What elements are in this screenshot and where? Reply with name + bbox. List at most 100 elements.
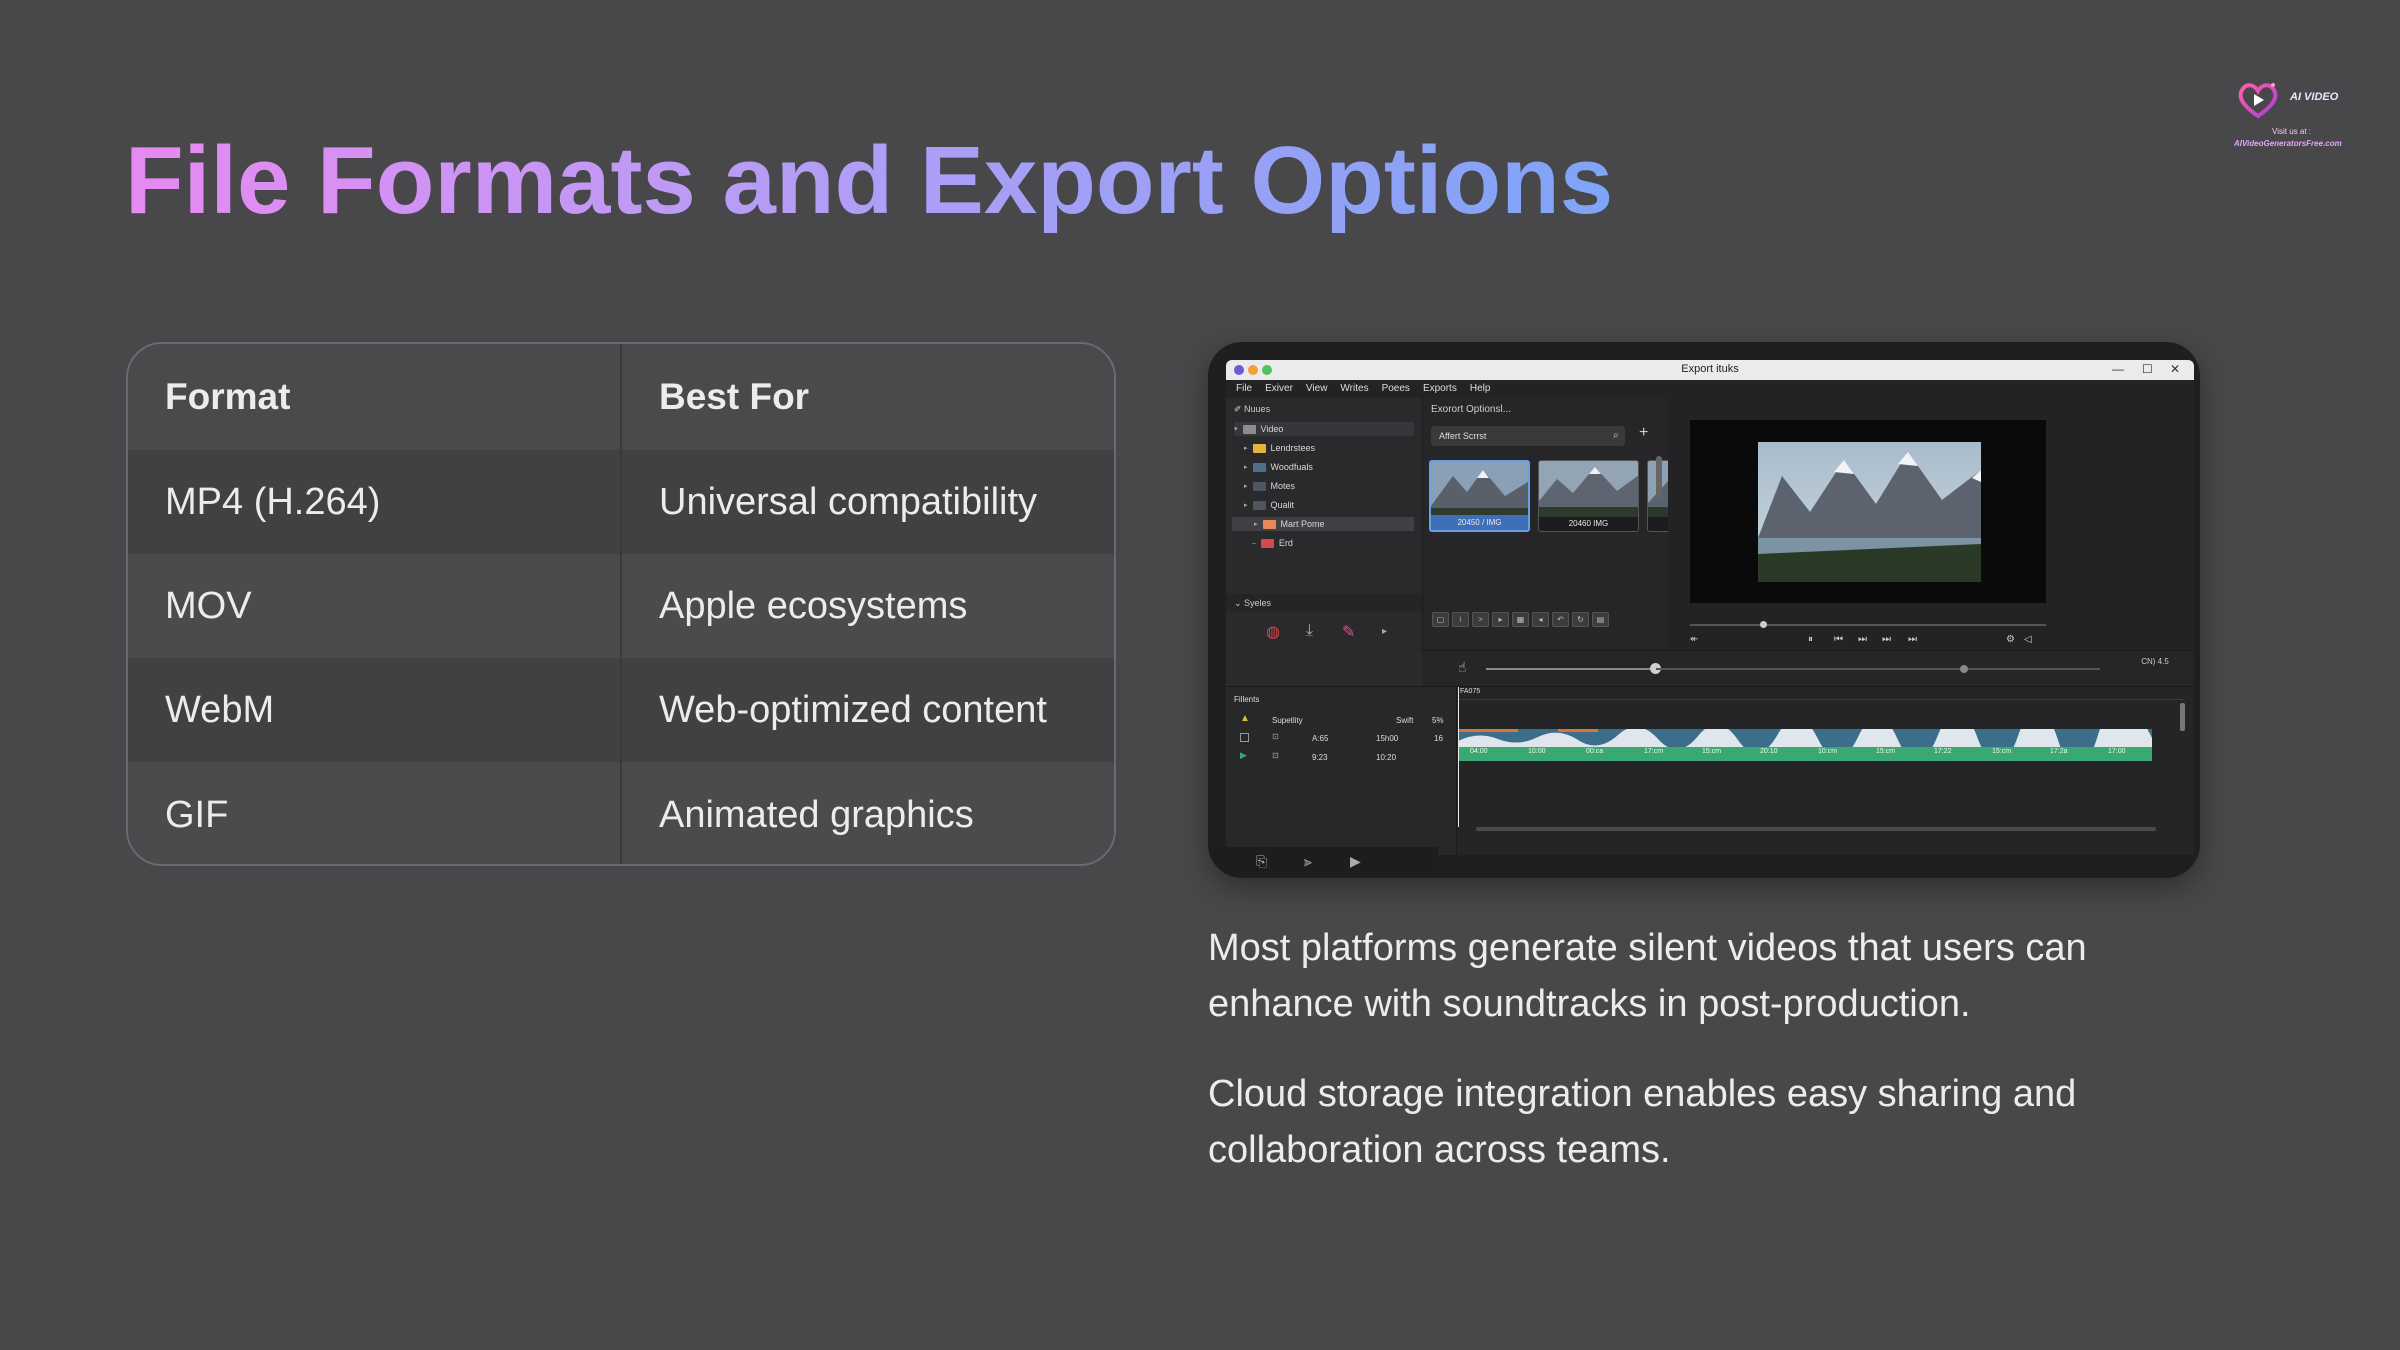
render-icon[interactable]: ⫸ (1304, 853, 1312, 870)
track-column-swift: Swift (1396, 716, 1414, 725)
maximize-icon[interactable]: ☐ (2142, 362, 2153, 376)
arrow-icon[interactable]: > (1472, 612, 1489, 627)
lock-icon[interactable]: ⊡ (1272, 732, 1279, 741)
table-row: MOV Apple ecosystems (128, 554, 1114, 658)
table-row: MP4 (H.264) Universal compatibility (128, 450, 1114, 554)
skip-forward-icon[interactable]: ⏭ (1908, 634, 1917, 645)
folder-icon (1260, 538, 1274, 548)
close-icon[interactable]: ✕ (2170, 362, 2180, 376)
play-track-icon[interactable]: ▶ (1240, 750, 1247, 761)
track-checkbox[interactable] (1240, 733, 1249, 742)
brush-icon[interactable]: ✎ (1342, 622, 1355, 642)
audio-track[interactable]: 04:00 10:00 00:ca 17:cm 15:cm 20:10 10:c… (1458, 747, 2152, 761)
preview-scrubber[interactable] (1690, 624, 2046, 626)
tree-item-erd[interactable]: – Erd (1252, 536, 1293, 550)
play-small-icon[interactable]: ▸ (1382, 626, 1387, 637)
settings-icon[interactable]: ⚙ (2006, 634, 2015, 645)
tree-item-lendrstees[interactable]: ▸ Lendrstees (1244, 441, 1315, 455)
export-search-input[interactable]: Affert Scrrst (1431, 426, 1625, 446)
hand-icon[interactable]: ☝ (1458, 659, 1467, 676)
pause-icon[interactable]: ⏸ (1808, 634, 1813, 645)
tree-item-mart-pome[interactable]: ▸ Mart Pome (1232, 517, 1414, 531)
window-titlebar: Export ituks — ☐ ✕ (1226, 360, 2194, 380)
timeline-vertical-scrollbar[interactable] (2180, 703, 2185, 731)
crop-icon[interactable]: ▢ (1432, 612, 1449, 627)
tree-item-qualit[interactable]: ▸ Qualit (1244, 498, 1294, 512)
split-icon[interactable]: ⟊ (1452, 612, 1469, 627)
folder-icon (1262, 519, 1276, 529)
page-title: File Formats and Export Options (125, 127, 1614, 234)
video-preview-panel: ↞ ⏸ ⏮ ⏭ ⏭ ⏭ ⚙ ◁ (1668, 398, 2194, 650)
audio-time-label: 17:22 (1934, 748, 1952, 755)
audio-time-label: 15:cm (1876, 748, 1896, 755)
folder-icon (1252, 462, 1266, 472)
tree-item-video[interactable]: ▾ Video (1234, 422, 1414, 436)
thumbnail-item[interactable]: 20460 IMG (1538, 460, 1639, 532)
forward-icon[interactable]: ▸ (1492, 612, 1509, 627)
folder-icon (1252, 500, 1266, 510)
track-time: 9:23 (1312, 753, 1328, 762)
mountain-lake-preview-image (1758, 442, 1981, 582)
audio-time-label: 04:00 (1470, 748, 1488, 755)
menu-exiver[interactable]: Exiver (1265, 380, 1293, 398)
brand-logo[interactable]: AI VIDEO Visit us at : AIVideoGenerators… (2222, 75, 2382, 155)
preview-screen (1690, 420, 2046, 603)
app-window: Export ituks — ☐ ✕ File Exiver View Writ… (1226, 360, 2194, 855)
menu-exports[interactable]: Exports (1423, 380, 1457, 398)
add-icon[interactable]: + (1639, 424, 1648, 442)
film-icon[interactable]: ▤ (1592, 612, 1609, 627)
menu-view[interactable]: View (1306, 380, 1328, 398)
zoom-track-rest[interactable] (1656, 668, 2100, 670)
scrubber-knob[interactable] (1760, 621, 1767, 628)
zoom-track-filled[interactable] (1486, 668, 1656, 670)
globe-icon[interactable]: ◍ (1266, 622, 1280, 642)
play-icon[interactable]: ⏭ (1858, 634, 1867, 645)
timeline-horizontal-scrollbar[interactable] (1476, 827, 2156, 831)
menu-file[interactable]: File (1236, 380, 1252, 398)
minimize-icon[interactable]: — (2112, 362, 2124, 376)
track-headers: Fillents ▲ Supetlity Swift 5% ⊡ A:65 15h… (1226, 687, 1457, 855)
warning-icon: ▲ (1240, 713, 1250, 724)
audio-time-label: 17:2a (2050, 748, 2068, 755)
rewind-icon[interactable]: ◂ (1532, 612, 1549, 627)
timeline-panel: Fillents ▲ Supetlity Swift 5% ⊡ A:65 15h… (1226, 686, 2194, 855)
style-tools-row: ◍ ⤓ ✎ ▸ (1226, 612, 1422, 652)
skip-back-icon[interactable]: ⏮ (1834, 634, 1843, 645)
grid-icon[interactable]: ▦ (1512, 612, 1529, 627)
undo-icon[interactable]: ↶ (1552, 612, 1569, 627)
menu-writes[interactable]: Writes (1340, 380, 1368, 398)
tree-item-woodfuals[interactable]: ▸ Woodfuals (1244, 460, 1313, 474)
logo-brand-text: AI VIDEO (2290, 91, 2339, 103)
lock-icon[interactable]: ⊡ (1272, 751, 1279, 760)
timeline-ruler[interactable]: FA075 (1458, 687, 2184, 700)
best-for-cell: Apple ecosystems (659, 584, 968, 627)
secondary-knob[interactable] (1960, 665, 1968, 673)
search-icon[interactable]: ⌕ (1613, 426, 1619, 446)
step-icon[interactable]: ⏭ (1882, 634, 1891, 645)
volume-icon[interactable]: ◁ (2024, 634, 2032, 645)
video-track-clip[interactable] (1458, 729, 2152, 747)
audio-time-label: 17:cm (1644, 748, 1664, 755)
menu-poees[interactable]: Poees (1382, 380, 1410, 398)
track-count: 16 (1434, 734, 1443, 743)
audio-time-label: 17:00 (2108, 748, 2126, 755)
menu-help[interactable]: Help (1470, 380, 1491, 398)
bottom-toolbar: ⎘ ⫸ ▶ (1208, 847, 1438, 877)
track-column-name: Supetlity (1272, 716, 1303, 725)
playhead[interactable] (1458, 687, 1459, 827)
export-icon[interactable]: ⎘ (1256, 853, 1267, 870)
styles-section-header[interactable]: ⌄ Syeles (1226, 594, 1422, 612)
track-time: A:65 (1312, 734, 1329, 743)
ruler-label: FA075 (1460, 688, 1481, 695)
timeline-section-label: Fillents (1234, 695, 1260, 704)
thumbnail-scrollbar[interactable] (1656, 456, 1662, 498)
play-bottom-icon[interactable]: ▶ (1350, 853, 1361, 870)
tree-item-motes[interactable]: ▸ Motes (1244, 479, 1295, 493)
back-icon[interactable]: ↞ (1690, 634, 1698, 645)
mountain-thumbnail-image (1539, 461, 1638, 517)
thumbnail-item[interactable]: 20450 / IMG (1429, 460, 1530, 532)
download-icon[interactable]: ⤓ (1306, 622, 1313, 640)
refresh-icon[interactable]: ↻ (1572, 612, 1589, 627)
table-header-row: Format Best For (128, 344, 1114, 450)
export-options-title: Exorort Optionsl... (1431, 404, 1512, 415)
